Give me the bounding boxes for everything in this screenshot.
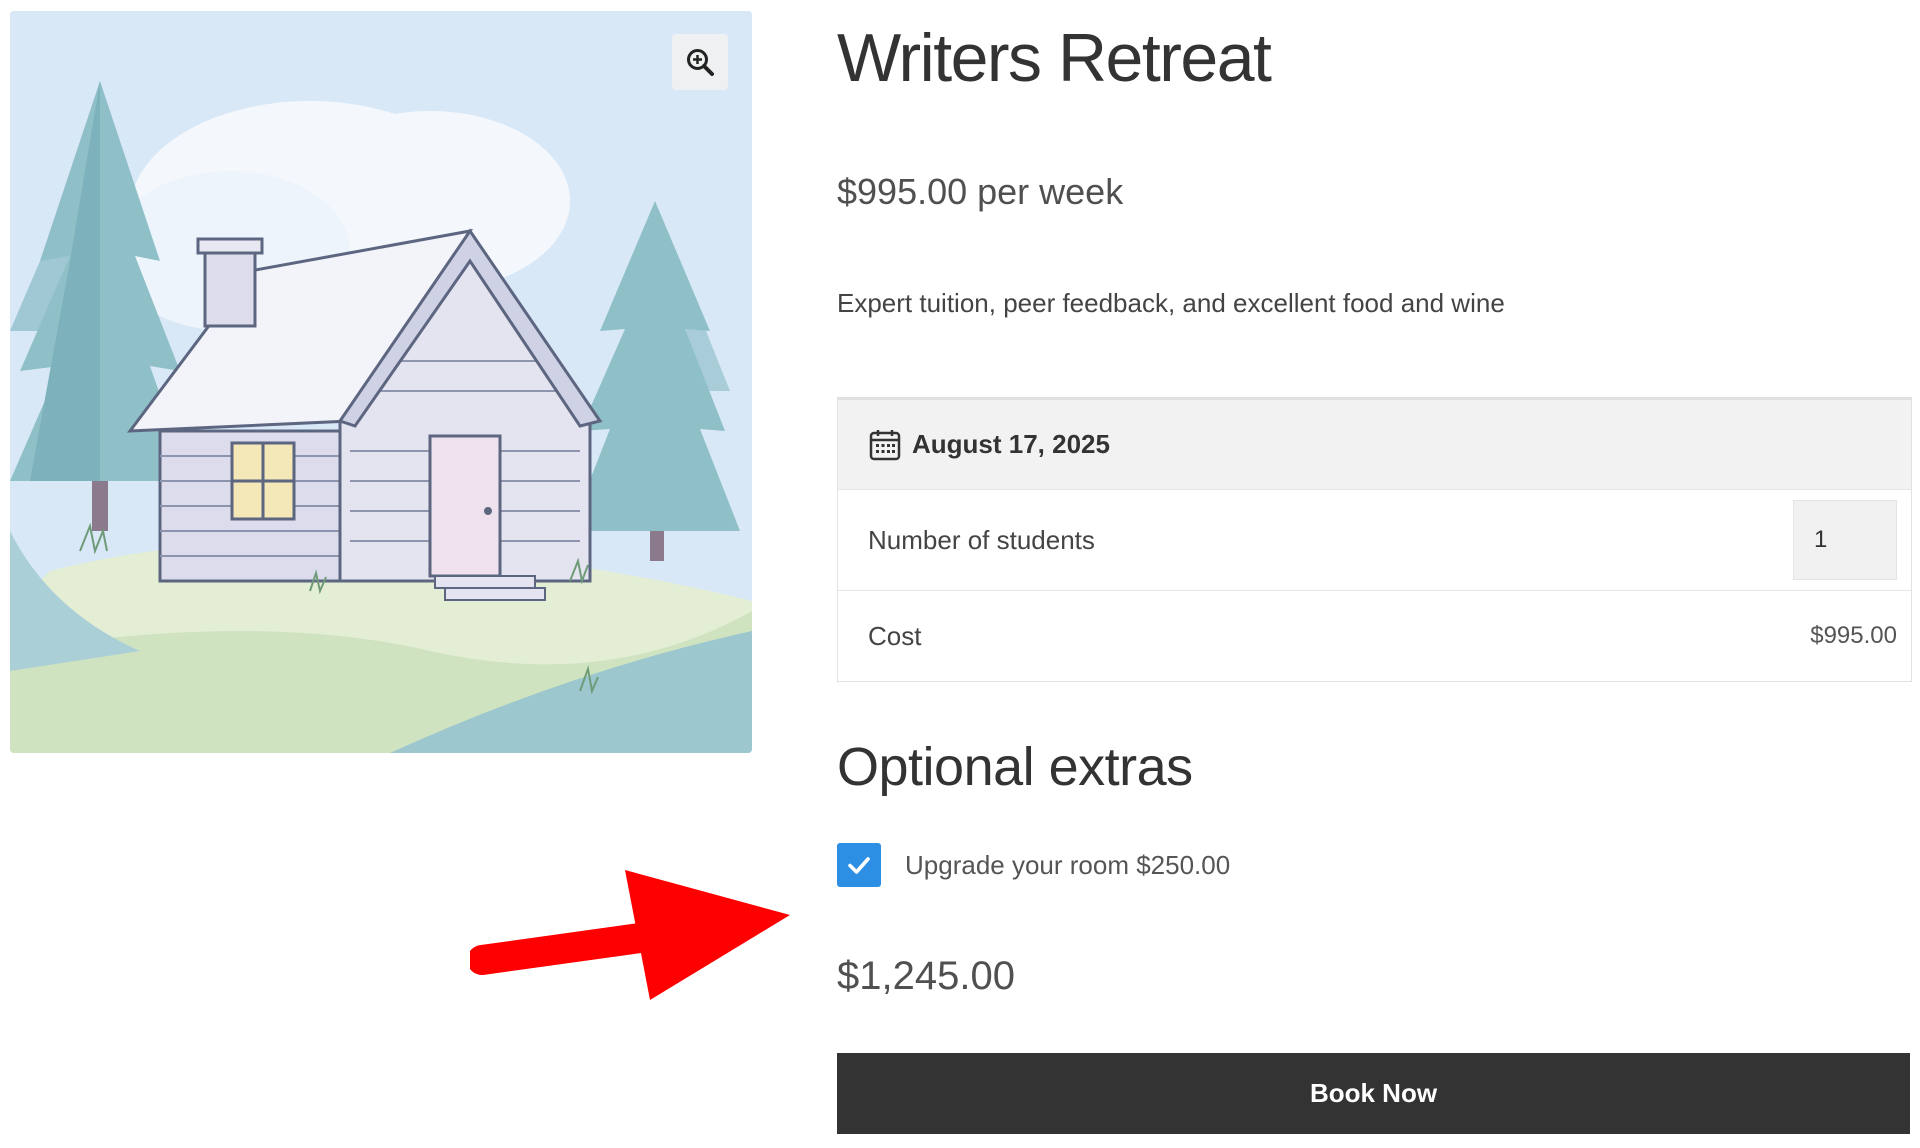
product-image-gallery[interactable] <box>10 11 752 753</box>
upgrade-room-checkbox[interactable] <box>837 843 881 887</box>
cost-row: Cost $995.00 <box>838 591 1911 681</box>
booking-total: $1,245.00 <box>837 954 1015 998</box>
cost-label: Cost <box>868 620 922 651</box>
product-title: Writers Retreat <box>837 20 1272 96</box>
annotation-arrow-icon <box>470 870 790 1000</box>
students-row: Number of students <box>838 490 1911 591</box>
book-now-button[interactable]: Book Now <box>837 1053 1910 1134</box>
optional-extras-heading: Optional extras <box>837 737 1193 797</box>
upgrade-room-label: Upgrade your room $250.00 <box>905 849 1231 880</box>
cabin-illustration <box>10 11 752 753</box>
booking-form-table: August 17, 2025 Number of students Cost … <box>837 397 1912 682</box>
students-label: Number of students <box>868 524 1095 555</box>
product-short-description: Expert tuition, peer feedback, and excel… <box>837 288 1505 318</box>
cost-value: $995.00 <box>1810 622 1897 649</box>
product-price: $995.00 per week <box>837 171 1124 212</box>
booking-date-row[interactable]: August 17, 2025 <box>838 400 1911 490</box>
booking-date: August 17, 2025 <box>912 429 1110 459</box>
calendar-icon <box>868 428 902 462</box>
students-quantity-input[interactable] <box>1793 500 1897 580</box>
checkmark-icon <box>848 857 870 874</box>
zoom-in-icon <box>687 49 714 76</box>
extra-option-upgrade-room[interactable]: Upgrade your room $250.00 <box>837 843 1230 887</box>
zoom-button[interactable] <box>672 34 728 90</box>
